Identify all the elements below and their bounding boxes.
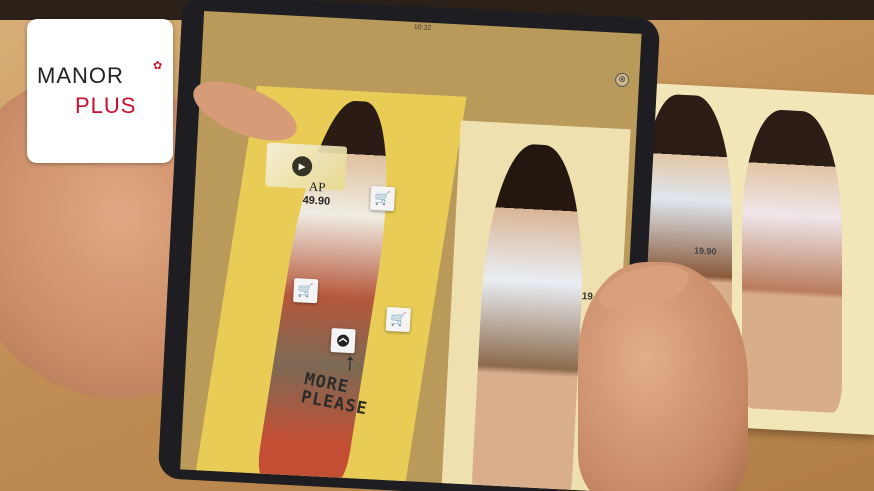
cart-icon[interactable]: 🛒 xyxy=(385,306,411,333)
price-tag-left: AP 49.90 xyxy=(286,178,347,209)
logo-word-manor: MANOR xyxy=(37,63,124,88)
flower-icon: ✿ xyxy=(153,60,163,72)
printed-price: 19.90 xyxy=(694,245,717,257)
cart-icon[interactable]: 🛒 xyxy=(293,278,319,304)
logo-word-plus: PLUS xyxy=(75,93,137,118)
catalog-model-right xyxy=(470,142,590,491)
tablet-screen: 10:32 ⊗ ▶ AP 49.90 19.9 🛒 🛒 🛒 ↑ MORE PLE… xyxy=(180,10,642,491)
status-bar: 10:32 xyxy=(413,23,432,32)
printed-model-right xyxy=(742,107,842,414)
photo-scene: 19.90 10:32 ⊗ ▶ AP 49.90 19.9 🛒 🛒 🛒 ↑ MO… xyxy=(0,0,874,491)
cart-icon[interactable]: 🛒 xyxy=(369,185,396,212)
arrow-up-icon: ↑ xyxy=(343,348,357,377)
close-button[interactable]: ⊗ xyxy=(614,72,630,88)
play-icon[interactable]: ▶ xyxy=(291,155,313,177)
manor-plus-logo: MANOR ✿ PLUS xyxy=(27,19,173,163)
